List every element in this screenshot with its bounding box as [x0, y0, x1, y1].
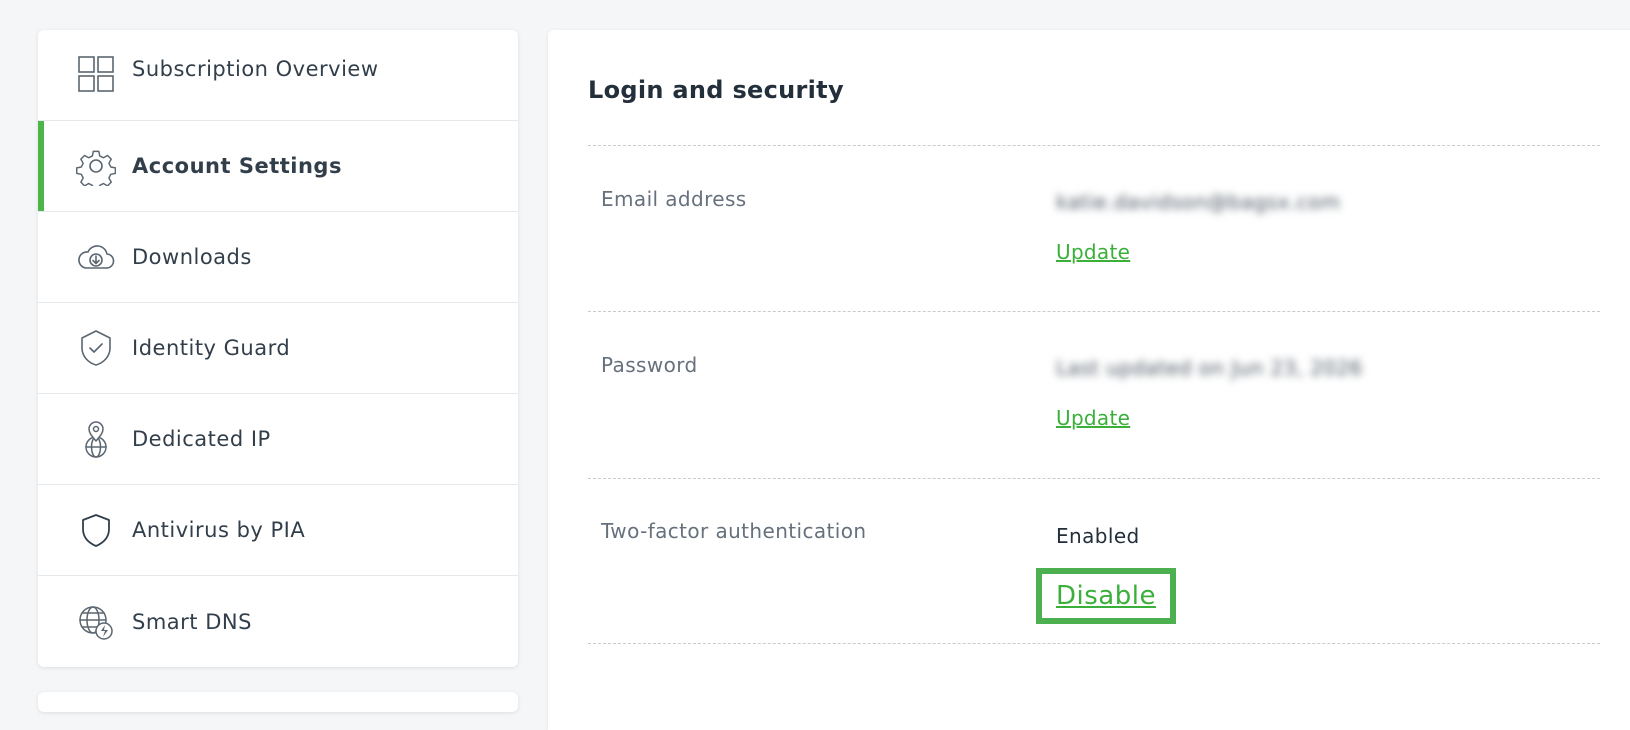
password-updated-value: Last updated on Jun 23, 2026 [1056, 356, 1363, 380]
update-password-link[interactable]: Update [1056, 406, 1130, 430]
cloud-download-icon [76, 237, 116, 277]
divider [588, 145, 1600, 146]
section-title: Login and security [588, 76, 844, 104]
divider [588, 478, 1600, 479]
sidebar-item-smart-dns[interactable]: Smart DNS [38, 576, 518, 667]
sidebar-nav: Subscription Overview Account Settings D… [38, 30, 518, 667]
login-security-panel: Login and security Email address katie.d… [548, 30, 1630, 730]
divider [588, 643, 1600, 644]
sidebar-item-downloads[interactable]: Downloads [38, 212, 518, 303]
shield-check-icon [76, 328, 116, 368]
sidebar-item-label: Smart DNS [132, 609, 252, 634]
globe-pin-icon [76, 419, 116, 459]
sidebar-item-antivirus[interactable]: Antivirus by PIA [38, 485, 518, 576]
sidebar-item-label: Account Settings [132, 154, 342, 178]
email-value: katie.davidson@bagsx.com [1056, 190, 1341, 214]
password-label: Password [601, 353, 698, 377]
disable-two-factor-highlight: Disable [1036, 568, 1176, 624]
disable-two-factor-link[interactable]: Disable [1056, 581, 1156, 611]
two-factor-status: Enabled [1056, 524, 1140, 548]
sidebar-secondary-card [38, 692, 518, 712]
sidebar-item-label: Antivirus by PIA [132, 518, 306, 542]
sidebar-item-label: Downloads [132, 245, 252, 269]
two-factor-label: Two-factor authentication [601, 519, 867, 543]
sidebar-item-label: Subscription Overview [132, 57, 379, 81]
sidebar-item-subscription-overview[interactable]: Subscription Overview [38, 30, 518, 121]
email-label: Email address [601, 187, 747, 211]
grid-icon [76, 54, 116, 94]
sidebar-item-identity-guard[interactable]: Identity Guard [38, 303, 518, 394]
sidebar-item-label: Dedicated IP [132, 427, 271, 451]
divider [588, 311, 1600, 312]
globe-bolt-icon [76, 602, 116, 642]
sidebar-item-dedicated-ip[interactable]: Dedicated IP [38, 394, 518, 485]
sidebar-item-account-settings[interactable]: Account Settings [38, 121, 518, 212]
sidebar-item-label: Identity Guard [132, 336, 291, 360]
gear-icon [76, 146, 116, 186]
shield-icon [76, 510, 116, 550]
update-email-link[interactable]: Update [1056, 240, 1130, 264]
